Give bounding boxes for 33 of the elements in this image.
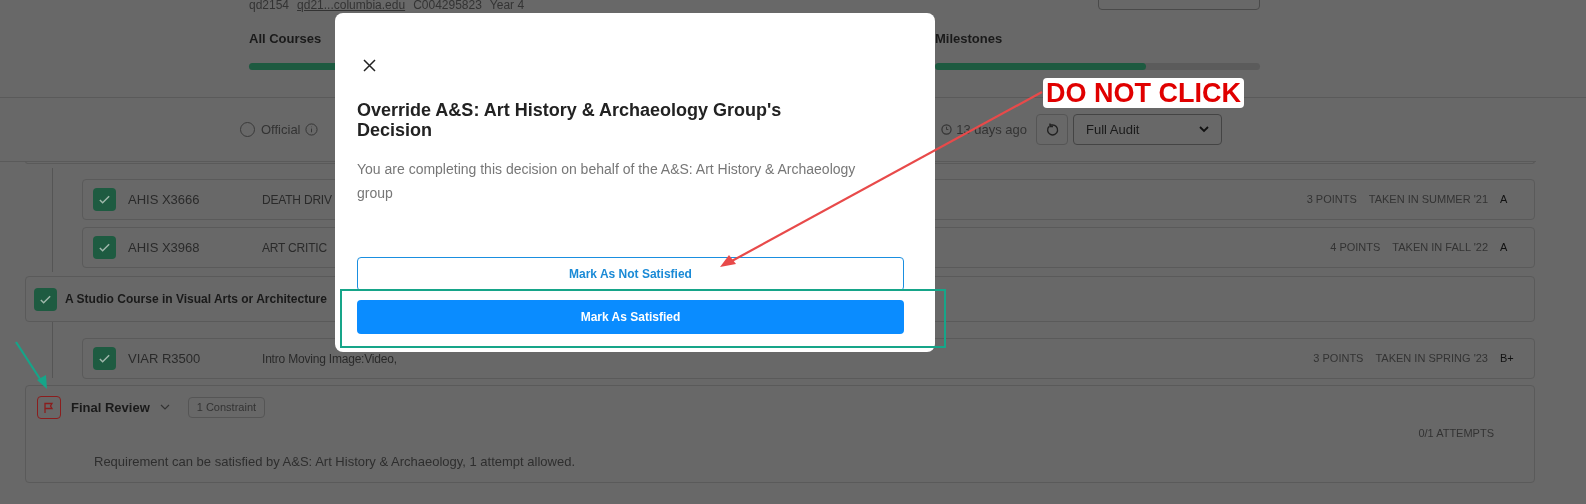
chevron-icon[interactable] xyxy=(159,404,170,411)
check-icon xyxy=(98,193,111,206)
requirement-description: Requirement can be satisfied by A&S: Art History & Archaeology, 1 attempt allowed. xyxy=(94,452,576,471)
course-grade: B+ xyxy=(1500,351,1514,367)
course-code: AHIS X3968 xyxy=(128,238,201,257)
info-icon xyxy=(304,123,318,136)
progress-label: Milestones xyxy=(935,30,1004,48)
top-field[interactable] xyxy=(1098,0,1260,10)
close-button[interactable] xyxy=(361,57,377,73)
course-title: Intro Moving Image:Video, xyxy=(262,350,397,368)
course-title: ART CRITIC xyxy=(262,239,327,257)
flag-icon xyxy=(37,396,61,419)
course-code: AHIS X3666 xyxy=(128,190,201,209)
course-code: VIAR R3500 xyxy=(128,349,202,368)
audit-select[interactable]: Full Audit xyxy=(1073,114,1222,145)
progress-label: All Courses xyxy=(249,30,323,48)
final-review-title: Final Review xyxy=(71,398,150,417)
refresh-button[interactable] xyxy=(1036,114,1068,145)
dialog-title: Override A&S: Art History & Archaeology Group's Decision xyxy=(357,100,783,140)
course-grade: A xyxy=(1500,240,1509,256)
check-icon xyxy=(98,352,111,365)
mark-satisfied-button[interactable]: Mark As Satisfied xyxy=(357,300,904,334)
dialog-description: You are completing this decision on behalf of the A&S: Art History & Archaeology group xyxy=(357,160,857,203)
warning-label: DO NOT CLICK xyxy=(1043,78,1244,108)
course-title: DEATH DRIV xyxy=(262,191,332,209)
pointer-arrow xyxy=(14,340,50,390)
check-icon xyxy=(98,241,111,254)
refresh-icon xyxy=(1045,122,1059,137)
course-grade: A xyxy=(1500,192,1509,208)
mark-not-satisfied-button[interactable]: Mark As Not Satisfied xyxy=(357,257,904,291)
clock-icon xyxy=(941,124,953,135)
caret-icon xyxy=(1199,126,1209,133)
requirement-title: A Studio Course in Visual Arts or Architecture xyxy=(65,291,327,308)
